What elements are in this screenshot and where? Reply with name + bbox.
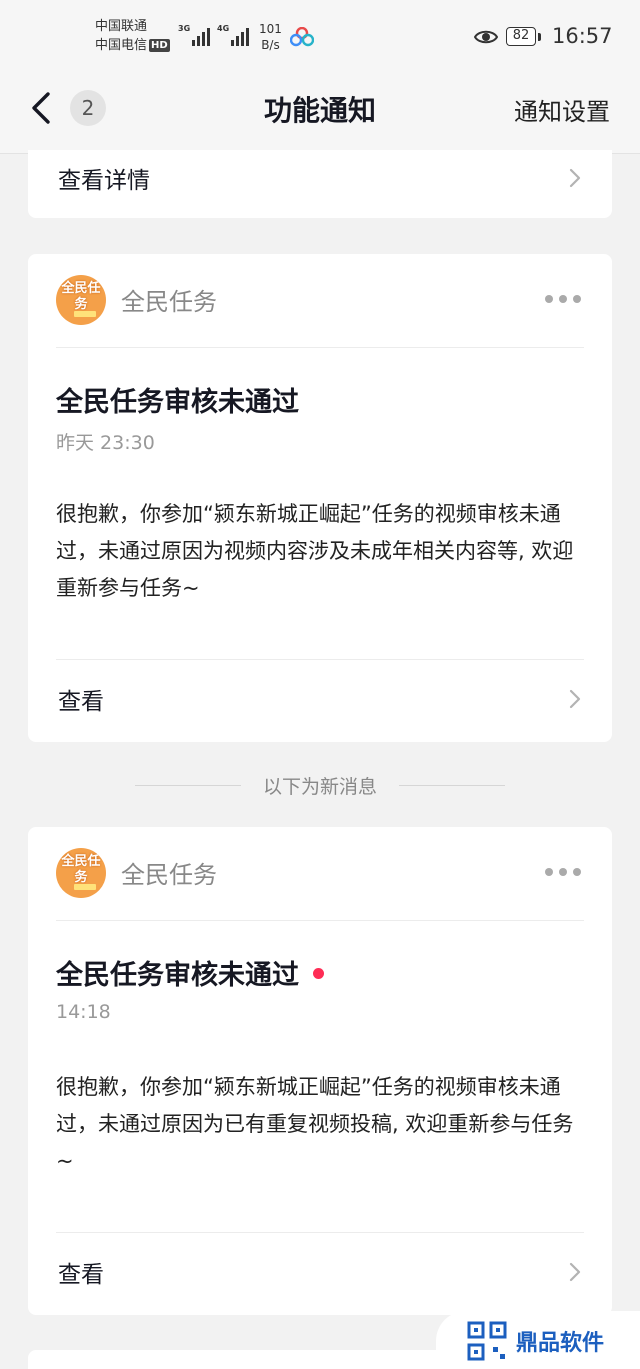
signal-1-gen: 3G <box>178 24 191 33</box>
message-title-text: 全民任务审核未通过 <box>56 960 299 991</box>
chevron-right-icon <box>569 689 581 709</box>
signal-1-icon: 3G <box>178 24 212 46</box>
more-icon[interactable] <box>544 294 582 304</box>
battery-level: 82 <box>506 27 536 46</box>
hd-badge: HD <box>149 39 170 52</box>
view-details-row[interactable]: 查看详情 <box>28 150 612 218</box>
signal-2-icon: 4G <box>217 24 251 46</box>
net-speed-value: 101 <box>259 22 282 36</box>
carrier-1: 中国联通 <box>95 19 148 34</box>
message-card: 全民任务 全民任务 全民任务审核未通过 14:18 很抱歉，你参加“颍东新城正崛… <box>28 827 612 1315</box>
net-speed-unit: B/s <box>261 38 280 52</box>
signal-2-gen: 4G <box>217 24 230 33</box>
message-body: 很抱歉，你参加“颍东新城正崛起”任务的视频审核未通过，未通过原因为视频内容涉及未… <box>56 502 574 600</box>
divider <box>56 920 584 921</box>
unread-dot <box>313 968 324 979</box>
message-body: 很抱歉，你参加“颍东新城正崛起”任务的视频审核未通过，未通过原因为已有重复视频投… <box>56 1075 574 1173</box>
sender-avatar[interactable]: 全民任务 <box>56 848 106 898</box>
status-time: 16:57 <box>552 24 613 48</box>
new-messages-separator: 以下为新消息 <box>0 770 640 800</box>
message-card: 全民任务 全民任务 全民任务审核未通过 昨天 23:30 很抱歉，你参加“颍东新… <box>28 254 612 742</box>
avatar-text: 全民任务 <box>61 281 101 312</box>
more-icon[interactable] <box>544 867 582 877</box>
chevron-right-icon <box>569 1262 581 1282</box>
status-bar: 中国联通 中国电信 HD 3G 4G 101 B/s 82 16:57 <box>0 0 640 76</box>
watermark-logo-icon <box>467 1321 507 1361</box>
divider <box>56 347 584 348</box>
eye-icon <box>474 30 498 44</box>
nav-bar: 2 功能通知 通知设置 <box>0 76 640 154</box>
watermark: 鼎品软件 <box>436 1311 640 1369</box>
notification-page: 中国联通 中国电信 HD 3G 4G 101 B/s 82 16:57 2 功能… <box>0 0 640 1369</box>
previous-message-card: 查看详情 <box>28 150 612 218</box>
sender-avatar[interactable]: 全民任务 <box>56 275 106 325</box>
battery-icon: 82 <box>506 27 541 46</box>
message-time: 昨天 23:30 <box>56 432 155 454</box>
view-details-label: 查看详情 <box>58 168 150 194</box>
view-label: 查看 <box>58 689 104 715</box>
message-time: 14:18 <box>56 1001 111 1023</box>
card-header: 全民任务 全民任务 <box>28 827 612 920</box>
message-title: 全民任务审核未通过 <box>56 380 299 419</box>
message-title: 全民任务审核未通过 <box>56 953 324 992</box>
separator-label: 以下为新消息 <box>262 775 377 798</box>
card-header: 全民任务 全民任务 <box>28 254 612 347</box>
view-label: 查看 <box>58 1262 104 1288</box>
message-title-text: 全民任务审核未通过 <box>56 387 299 418</box>
carrier-info: 中国联通 中国电信 HD <box>95 17 170 55</box>
notification-settings-button[interactable]: 通知设置 <box>514 92 610 127</box>
cloud-sync-icon <box>290 27 314 47</box>
chevron-right-icon <box>569 168 581 188</box>
carrier-2: 中国电信 <box>95 38 148 53</box>
watermark-text: 鼎品软件 <box>516 1331 605 1356</box>
sender-name[interactable]: 全民任务 <box>121 282 217 317</box>
network-speed: 101 B/s <box>259 21 282 53</box>
view-row[interactable]: 查看 <box>28 659 612 739</box>
view-row[interactable]: 查看 <box>28 1232 612 1312</box>
avatar-text: 全民任务 <box>61 854 101 885</box>
sender-name[interactable]: 全民任务 <box>121 855 217 890</box>
